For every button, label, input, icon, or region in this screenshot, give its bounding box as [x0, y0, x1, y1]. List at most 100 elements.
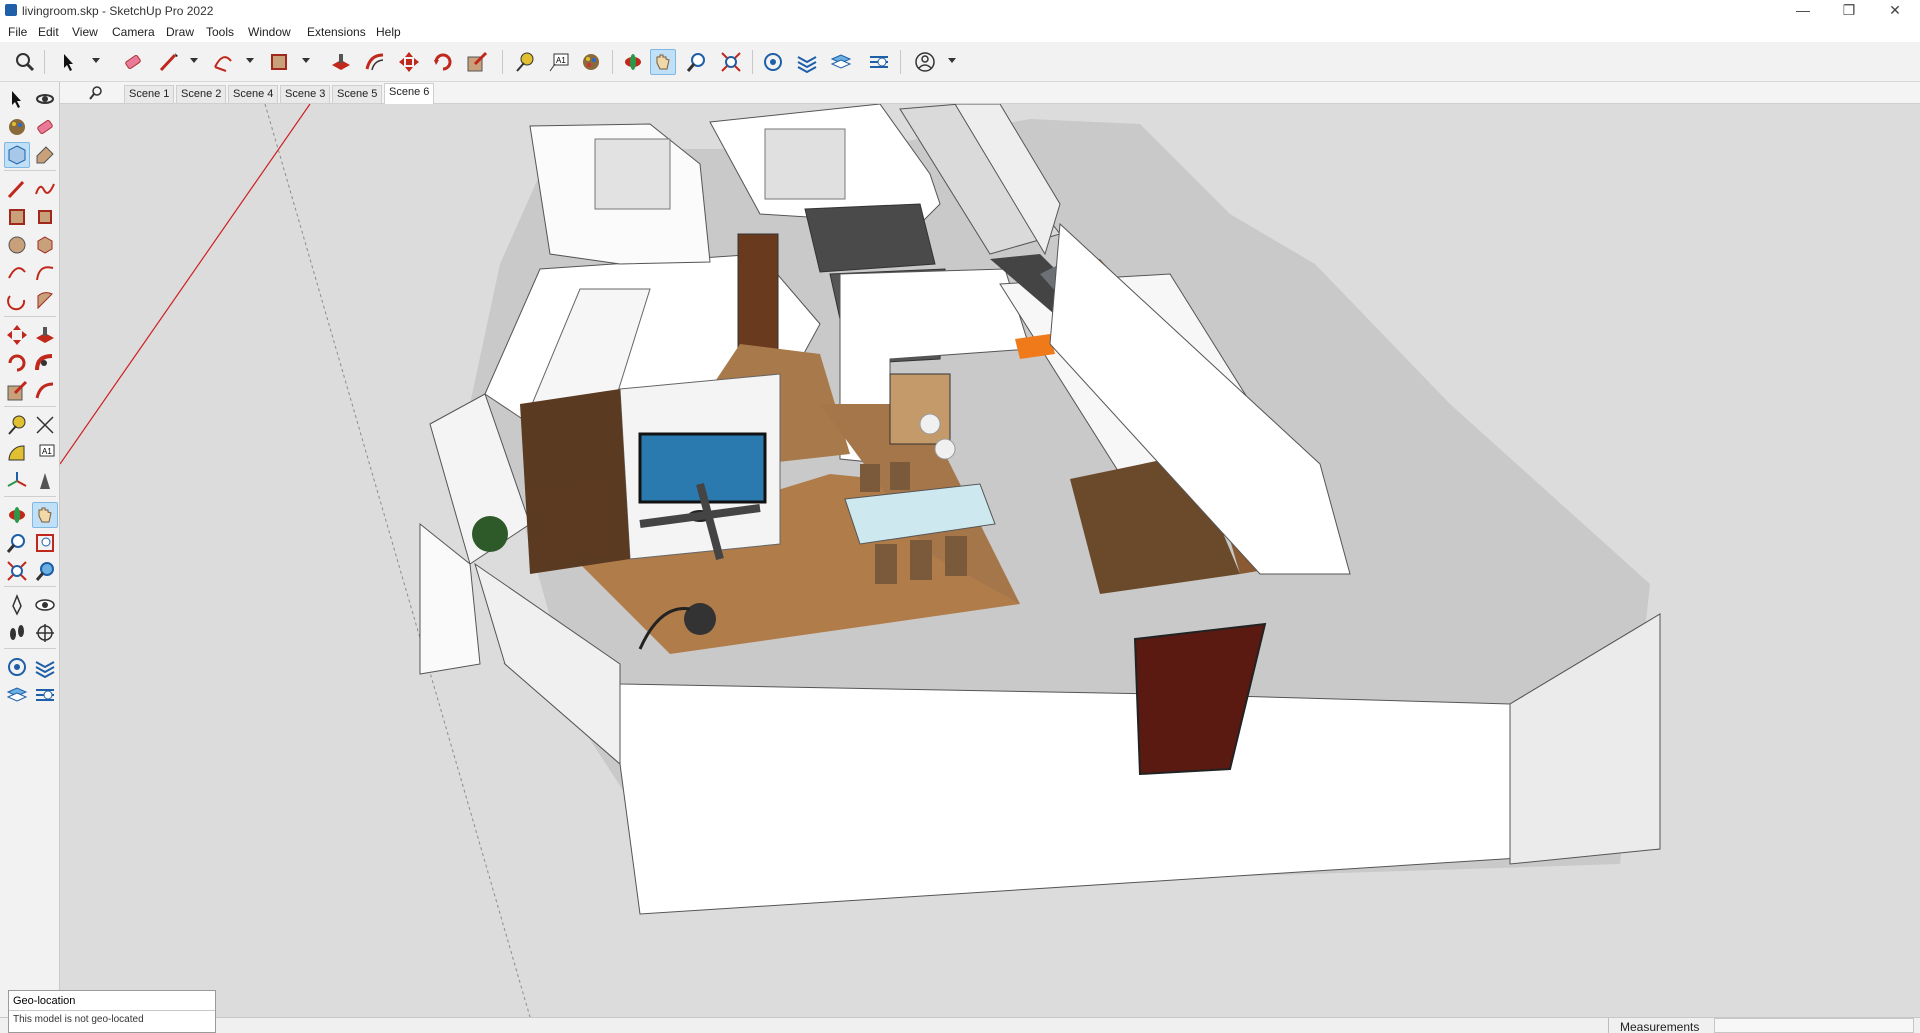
minimize-button[interactable]: — — [1780, 0, 1826, 22]
axes-icon[interactable] — [4, 468, 30, 494]
zoom-extents-icon[interactable] — [4, 558, 30, 584]
geo-location-panel[interactable]: Geo-location This model is not geo-locat… — [8, 990, 216, 1033]
push-pull-icon[interactable] — [32, 322, 58, 348]
menu-draw[interactable]: Draw — [166, 25, 194, 39]
push-pull-icon[interactable] — [328, 49, 354, 75]
previous-view-icon[interactable] — [32, 558, 58, 584]
search-icon[interactable] — [12, 49, 38, 75]
freehand-icon[interactable] — [32, 176, 58, 202]
tab-scene-3[interactable]: Scene 3 — [280, 85, 331, 103]
three-point-arc-icon[interactable] — [4, 288, 30, 314]
menu-edit[interactable]: Edit — [38, 25, 59, 39]
tag-icon[interactable] — [32, 142, 58, 168]
sandbox-icon[interactable] — [866, 49, 892, 75]
eraser-icon[interactable] — [120, 49, 146, 75]
warehouse-icon[interactable] — [4, 654, 30, 680]
menu-view[interactable]: View — [72, 25, 98, 39]
polygon-icon[interactable] — [32, 232, 58, 258]
move-icon[interactable] — [396, 49, 422, 75]
two-point-arc-icon[interactable] — [32, 260, 58, 286]
toolbar-separator — [4, 170, 56, 171]
tab-scene-6[interactable]: Scene 6 — [384, 83, 435, 104]
arc-dropdown-icon[interactable] — [246, 58, 254, 63]
select-dropdown-icon[interactable] — [92, 58, 100, 63]
follow-me-icon[interactable] — [32, 350, 58, 376]
orbit-icon[interactable] — [620, 49, 646, 75]
paint-bucket-icon[interactable] — [578, 49, 604, 75]
zoom-window-icon[interactable] — [32, 530, 58, 556]
bathroom-1-wall — [804, 203, 936, 273]
account-icon[interactable] — [912, 49, 938, 75]
select-icon[interactable] — [4, 86, 30, 112]
close-button[interactable]: ✕ — [1872, 0, 1918, 22]
toolbar-separator — [4, 316, 56, 317]
look-around-icon[interactable] — [32, 592, 58, 618]
menu-camera[interactable]: Camera — [112, 25, 155, 39]
pan-icon[interactable] — [32, 502, 58, 528]
eraser-icon[interactable] — [32, 114, 58, 140]
rotate-icon[interactable] — [430, 49, 456, 75]
offset-icon[interactable] — [32, 378, 58, 404]
tab-scene-1[interactable]: Scene 1 — [124, 85, 175, 103]
layers-icon[interactable] — [4, 682, 30, 708]
rectangle-icon[interactable] — [266, 49, 292, 75]
layers-icon[interactable] — [828, 49, 854, 75]
menu-extensions[interactable]: Extensions — [307, 25, 366, 39]
select-icon[interactable] — [56, 49, 82, 75]
3d-text-icon[interactable] — [32, 468, 58, 494]
orbit-icon[interactable] — [32, 86, 58, 112]
tape-measure-icon[interactable] — [512, 49, 538, 75]
menu-file[interactable]: File — [8, 25, 27, 39]
menu-window[interactable]: Window — [248, 25, 291, 39]
walk-icon[interactable] — [4, 620, 30, 646]
text-icon[interactable]: A1 — [546, 49, 572, 75]
paint-bucket-icon[interactable] — [4, 114, 30, 140]
offset-icon[interactable] — [362, 49, 388, 75]
pan-icon[interactable] — [650, 49, 676, 75]
tab-scene-4[interactable]: Scene 4 — [228, 85, 279, 103]
measurements-input[interactable] — [1714, 1018, 1914, 1033]
scale-icon[interactable] — [464, 49, 490, 75]
zoom-icon[interactable] — [684, 49, 710, 75]
model-viewport[interactable] — [60, 104, 1920, 1017]
menu-bar: File Edit View Camera Draw Tools Window … — [0, 22, 1920, 42]
zoom-extents-icon[interactable] — [718, 49, 744, 75]
tab-scene-2[interactable]: Scene 2 — [176, 85, 227, 103]
toolbar-separator — [4, 496, 56, 497]
scene-search-icon[interactable] — [88, 85, 104, 101]
arc-icon[interactable] — [4, 260, 30, 286]
section-plane-icon[interactable] — [32, 620, 58, 646]
extension-icon[interactable] — [32, 654, 58, 680]
rotate-icon[interactable] — [4, 350, 30, 376]
line-dropdown-icon[interactable] — [190, 58, 198, 63]
text-icon[interactable]: A1 — [32, 440, 58, 466]
zoom-icon[interactable] — [4, 530, 30, 556]
restore-button[interactable]: ❐ — [1826, 0, 1872, 22]
tape-measure-icon[interactable] — [4, 412, 30, 438]
warehouse-icon[interactable] — [760, 49, 786, 75]
pencil-icon[interactable] — [4, 176, 30, 202]
toolbar-separator — [4, 586, 56, 587]
model-scene[interactable] — [60, 104, 1920, 1017]
menu-help[interactable]: Help — [376, 25, 401, 39]
arc-icon[interactable] — [210, 49, 236, 75]
rotated-rectangle-icon[interactable] — [32, 204, 58, 230]
rectangle-dropdown-icon[interactable] — [302, 58, 310, 63]
extension-icon[interactable] — [794, 49, 820, 75]
account-dropdown-icon[interactable] — [948, 58, 956, 63]
menu-tools[interactable]: Tools — [206, 25, 234, 39]
position-camera-icon[interactable] — [4, 592, 30, 618]
orbit-icon[interactable] — [4, 502, 30, 528]
circle-icon[interactable] — [4, 232, 30, 258]
make-component-icon[interactable] — [4, 142, 30, 168]
protractor-icon[interactable] — [4, 440, 30, 466]
pie-icon[interactable] — [32, 288, 58, 314]
scale-icon[interactable] — [4, 378, 30, 404]
sandbox-icon[interactable] — [32, 682, 58, 708]
dimension-icon[interactable] — [32, 412, 58, 438]
svg-text:A1: A1 — [556, 56, 566, 65]
tab-scene-5[interactable]: Scene 5 — [332, 85, 383, 103]
line-icon[interactable] — [156, 49, 182, 75]
move-icon[interactable] — [4, 322, 30, 348]
rectangle-icon[interactable] — [4, 204, 30, 230]
